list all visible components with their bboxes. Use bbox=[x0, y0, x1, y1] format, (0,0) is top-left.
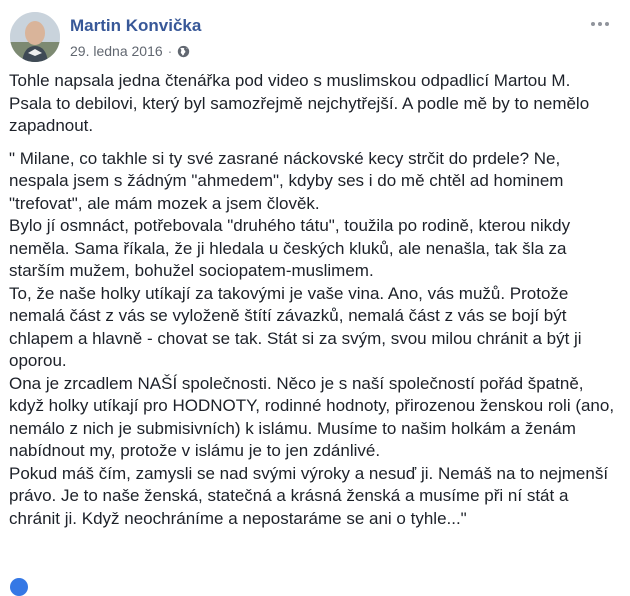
more-dot bbox=[591, 22, 595, 26]
globe-icon[interactable] bbox=[177, 45, 190, 58]
author-avatar[interactable] bbox=[10, 12, 60, 62]
post-meta: 29. ledna 2016 · bbox=[70, 43, 190, 59]
post-paragraph-intro: Tohle napsala jedna čtenářka pod video s… bbox=[9, 71, 594, 135]
post-header: Martin Konvička 29. ledna 2016 · bbox=[10, 12, 620, 62]
more-dot bbox=[605, 22, 609, 26]
post-date[interactable]: 29. ledna 2016 bbox=[70, 43, 163, 59]
facebook-post: Martin Konvička 29. ledna 2016 · Tohle n… bbox=[0, 0, 630, 596]
avatar-photo bbox=[10, 12, 60, 62]
reaction-icon[interactable] bbox=[10, 578, 28, 596]
post-text: Tohle napsala jedna čtenářka pod video s… bbox=[9, 70, 615, 540]
more-options-icon[interactable] bbox=[586, 14, 614, 34]
post-paragraph-quote: " Milane, co takhle si ty své zasrané ná… bbox=[9, 148, 615, 528]
author-name[interactable]: Martin Konvička bbox=[70, 16, 201, 36]
meta-separator: · bbox=[167, 43, 173, 59]
more-dot bbox=[598, 22, 602, 26]
